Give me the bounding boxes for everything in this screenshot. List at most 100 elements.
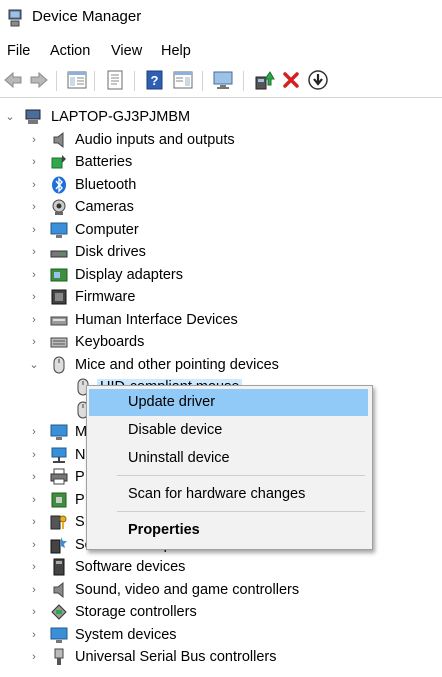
chevron-right-icon[interactable]: ›: [29, 335, 39, 349]
tree-item-audio[interactable]: › Audio inputs and outputs: [0, 129, 442, 151]
menu-item-label: Scan for hardware changes: [128, 486, 306, 502]
tree-item-label: Software devices: [75, 559, 186, 575]
toolbar-separator: [243, 71, 244, 91]
menu-item-label: Update driver: [128, 394, 216, 410]
monitor-icon: [50, 424, 68, 440]
update-driver-menu-item[interactable]: Update driver: [89, 389, 368, 416]
chevron-right-icon[interactable]: ›: [29, 515, 39, 529]
update-driver-icon[interactable]: [253, 69, 275, 91]
chevron-right-icon[interactable]: ›: [29, 200, 39, 214]
tree-item-disk-drives[interactable]: › Disk drives: [0, 241, 442, 263]
chevron-down-icon[interactable]: ⌄: [29, 358, 39, 372]
chevron-right-icon[interactable]: ›: [29, 560, 39, 574]
chevron-right-icon[interactable]: ›: [29, 448, 39, 462]
printer-icon: [50, 468, 68, 485]
toolbar-separator: [202, 71, 203, 91]
download-icon[interactable]: [307, 69, 329, 91]
tree-item-label: Universal Serial Bus controllers: [75, 649, 277, 665]
chevron-right-icon[interactable]: ›: [29, 223, 39, 237]
toolbar-separator: [94, 71, 95, 91]
tree-item-label: System devices: [75, 627, 177, 643]
back-icon[interactable]: [2, 69, 24, 91]
menu-separator: [117, 475, 365, 476]
tree-item-firmware[interactable]: › Firmware: [0, 286, 442, 308]
monitor-icon: [50, 222, 68, 238]
window-title: Device Manager: [32, 8, 142, 25]
tree-item-label: Human Interface Devices: [75, 312, 238, 328]
keyboard-icon: [50, 337, 68, 348]
tree-item-label: Display adapters: [75, 267, 183, 283]
tree-item-software-devices[interactable]: › Software devices: [0, 556, 442, 578]
chevron-right-icon[interactable]: ›: [29, 290, 39, 304]
menu-item-label: Uninstall device: [128, 450, 230, 466]
tree-item-label: P: [75, 469, 85, 485]
chevron-down-icon[interactable]: ⌄: [5, 110, 15, 124]
tree-item-label: Storage controllers: [75, 604, 197, 620]
chevron-right-icon[interactable]: ›: [29, 583, 39, 597]
tree-item-label: S: [75, 514, 85, 530]
properties-menu-item[interactable]: Properties: [89, 517, 368, 544]
chevron-right-icon[interactable]: ›: [29, 538, 39, 552]
chevron-right-icon[interactable]: ›: [29, 155, 39, 169]
chevron-right-icon[interactable]: ›: [29, 605, 39, 619]
disk-drive-icon: [50, 250, 68, 258]
tree-item-label: Firmware: [75, 289, 136, 305]
title-bar: Device Manager: [0, 0, 442, 38]
uninstall-icon[interactable]: [280, 69, 302, 91]
chevron-right-icon[interactable]: ›: [29, 628, 39, 642]
tree-item-sound[interactable]: › Sound, video and game controllers: [0, 579, 442, 601]
show-hide-console-tree-icon[interactable]: [66, 69, 88, 91]
tree-item-system-devices[interactable]: › System devices: [0, 624, 442, 646]
chevron-right-icon[interactable]: ›: [29, 268, 39, 282]
svg-text:?: ?: [151, 73, 159, 88]
help-icon[interactable]: ?: [144, 69, 166, 91]
tree-item-label: P: [75, 492, 85, 508]
menu-help[interactable]: Help: [161, 43, 191, 59]
chevron-right-icon[interactable]: ›: [29, 133, 39, 147]
chevron-right-icon[interactable]: ›: [29, 425, 39, 439]
menu-separator: [117, 511, 365, 512]
bluetooth-icon: [52, 176, 66, 194]
menu-file[interactable]: File: [7, 43, 30, 59]
scan-hardware-changes-menu-item[interactable]: Scan for hardware changes: [89, 481, 368, 508]
chevron-right-icon[interactable]: ›: [29, 470, 39, 484]
display-adapter-icon: [50, 268, 68, 282]
chevron-right-icon[interactable]: ›: [29, 650, 39, 664]
speaker-icon: [53, 581, 64, 599]
tree-item-hid[interactable]: › Human Interface Devices: [0, 309, 442, 331]
monitor-icon[interactable]: [212, 69, 234, 91]
tree-item-mice[interactable]: ⌄ Mice and other pointing devices: [0, 354, 442, 376]
forward-icon[interactable]: [28, 69, 50, 91]
chevron-right-icon[interactable]: ›: [29, 313, 39, 327]
tree-item-label: Keyboards: [75, 334, 145, 350]
tree-item-usb[interactable]: › Universal Serial Bus controllers: [0, 646, 442, 668]
speaker-icon: [53, 131, 64, 149]
tree-item-bluetooth[interactable]: › Bluetooth: [0, 174, 442, 196]
tree-item-cameras[interactable]: › Cameras: [0, 196, 442, 218]
tree-item-label: Sound, video and game controllers: [75, 582, 300, 598]
tree-item-label: Mice and other pointing devices: [75, 357, 279, 373]
tree-item-storage[interactable]: › Storage controllers: [0, 601, 442, 623]
menu-item-label: Properties: [128, 522, 200, 538]
tree-root[interactable]: ⌄ LAPTOP-GJ3PJMBM: [0, 106, 442, 128]
network-icon: [51, 447, 67, 463]
chevron-right-icon[interactable]: ›: [29, 493, 39, 507]
tree-root-label: LAPTOP-GJ3PJMBM: [51, 109, 191, 125]
menu-view[interactable]: View: [111, 43, 142, 59]
disable-device-menu-item[interactable]: Disable device: [89, 417, 368, 444]
tree-item-computer[interactable]: › Computer: [0, 219, 442, 241]
uninstall-device-menu-item[interactable]: Uninstall device: [89, 445, 368, 472]
storage-controller-icon: [51, 604, 67, 620]
usb-icon: [54, 648, 64, 665]
menu-bar: File Action View Help: [0, 38, 442, 65]
chevron-right-icon[interactable]: ›: [29, 178, 39, 192]
toolbar-separator: [134, 71, 135, 91]
action-pane-icon[interactable]: [172, 69, 194, 91]
tree-item-display-adapters[interactable]: › Display adapters: [0, 264, 442, 286]
properties-icon[interactable]: [104, 69, 126, 91]
chevron-right-icon[interactable]: ›: [29, 245, 39, 259]
tree-item-keyboards[interactable]: › Keyboards: [0, 331, 442, 353]
menu-action[interactable]: Action: [50, 43, 90, 59]
context-menu: Update driver Disable device Uninstall d…: [86, 385, 373, 550]
tree-item-batteries[interactable]: › Batteries: [0, 151, 442, 173]
